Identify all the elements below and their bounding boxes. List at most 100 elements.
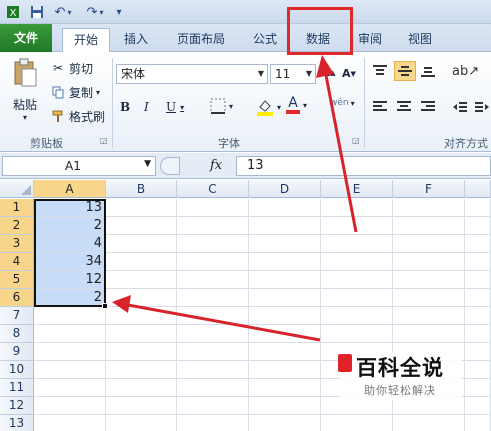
bold-button[interactable]: B	[120, 100, 136, 114]
column-header-d[interactable]: D	[249, 180, 321, 198]
cell[interactable]	[321, 199, 393, 217]
align-left-button[interactable]	[372, 100, 388, 114]
cell-a6[interactable]: 2	[34, 289, 106, 307]
cell[interactable]	[177, 235, 249, 253]
cell[interactable]	[321, 415, 393, 431]
cell[interactable]	[34, 379, 106, 397]
cell[interactable]	[465, 343, 491, 361]
cell[interactable]	[249, 289, 321, 307]
cell[interactable]	[249, 217, 321, 235]
border-button[interactable]: ▾	[210, 98, 233, 114]
clipboard-launcher-icon[interactable]: ◲	[100, 136, 108, 145]
row-header-3[interactable]: 3	[0, 235, 34, 253]
cell[interactable]	[393, 415, 465, 431]
column-header-b[interactable]: B	[106, 180, 177, 198]
phonetic-button[interactable]: wén ▾	[330, 98, 355, 108]
row-header-5[interactable]: 5	[0, 271, 34, 289]
cell[interactable]	[177, 397, 249, 415]
cell[interactable]	[249, 343, 321, 361]
cell[interactable]	[106, 271, 177, 289]
cell-a2[interactable]: 2	[34, 217, 106, 235]
cell[interactable]	[106, 307, 177, 325]
row-header-2[interactable]: 2	[0, 217, 34, 235]
cell[interactable]	[249, 199, 321, 217]
cell[interactable]	[321, 271, 393, 289]
cell[interactable]	[465, 253, 491, 271]
cell[interactable]	[177, 379, 249, 397]
cell[interactable]	[34, 397, 106, 415]
row-header-7[interactable]: 7	[0, 307, 34, 325]
row-header-1[interactable]: 1	[0, 199, 34, 217]
select-all-corner[interactable]	[0, 180, 34, 198]
row-header-12[interactable]: 12	[0, 397, 34, 415]
cell[interactable]	[177, 325, 249, 343]
align-middle-button[interactable]	[394, 61, 416, 81]
font-size-combo[interactable]: 11 ▼	[270, 64, 316, 84]
cell-a5[interactable]: 12	[34, 271, 106, 289]
cell[interactable]	[34, 307, 106, 325]
cell[interactable]	[393, 253, 465, 271]
cell[interactable]	[393, 289, 465, 307]
decrease-indent-button[interactable]	[452, 100, 468, 114]
column-header-c[interactable]: C	[177, 180, 249, 198]
row-header-4[interactable]: 4	[0, 253, 34, 271]
tab-view[interactable]: 视图	[398, 28, 442, 52]
align-bottom-button[interactable]	[420, 64, 436, 78]
column-header-e[interactable]: E	[321, 180, 393, 198]
tab-page-layout[interactable]: 页面布局	[168, 28, 234, 52]
cell[interactable]	[465, 379, 491, 397]
cell[interactable]	[249, 415, 321, 431]
align-top-button[interactable]	[372, 64, 388, 78]
row-header-13[interactable]: 13	[0, 415, 34, 431]
name-box-dropdown-icon[interactable]: ▼	[144, 159, 151, 169]
cell[interactable]	[249, 307, 321, 325]
cell[interactable]	[465, 235, 491, 253]
cell[interactable]	[465, 199, 491, 217]
cell[interactable]	[34, 343, 106, 361]
align-right-button[interactable]	[420, 100, 436, 114]
cell[interactable]	[393, 271, 465, 289]
cell[interactable]	[321, 325, 393, 343]
cell[interactable]	[106, 379, 177, 397]
cell[interactable]	[393, 199, 465, 217]
cell[interactable]	[106, 361, 177, 379]
row-header-9[interactable]: 9	[0, 343, 34, 361]
tab-insert[interactable]: 插入	[114, 28, 158, 52]
cell[interactable]	[321, 307, 393, 325]
redo-icon[interactable]: ↷ ▾	[82, 3, 108, 21]
cell[interactable]	[177, 289, 249, 307]
cell[interactable]	[106, 415, 177, 431]
cell[interactable]	[249, 379, 321, 397]
formula-bar-resize-handle[interactable]	[160, 157, 180, 175]
cell[interactable]	[106, 217, 177, 235]
tab-home[interactable]: 开始	[62, 28, 110, 52]
increase-indent-button[interactable]	[474, 100, 490, 114]
font-launcher-icon[interactable]: ◲	[352, 136, 360, 145]
cell[interactable]	[249, 325, 321, 343]
cell[interactable]	[321, 235, 393, 253]
italic-button[interactable]: I	[144, 100, 160, 114]
column-header-f[interactable]: F	[393, 180, 465, 198]
orientation-button[interactable]: ab↗	[452, 64, 479, 79]
cell[interactable]	[34, 415, 106, 431]
cell[interactable]	[393, 307, 465, 325]
column-header-a[interactable]: A	[34, 180, 106, 198]
cell[interactable]	[177, 217, 249, 235]
cell[interactable]	[177, 199, 249, 217]
insert-function-icon[interactable]: fx	[210, 158, 222, 173]
undo-icon[interactable]: ↶ ▾	[50, 3, 76, 21]
cell[interactable]	[465, 397, 491, 415]
column-header-g[interactable]	[465, 180, 491, 198]
cell[interactable]	[177, 307, 249, 325]
cell[interactable]	[34, 361, 106, 379]
font-name-combo[interactable]: 宋体 ▼	[116, 64, 268, 84]
cell[interactable]	[249, 397, 321, 415]
cell[interactable]	[249, 253, 321, 271]
cell[interactable]	[465, 217, 491, 235]
cell[interactable]	[106, 325, 177, 343]
cell[interactable]	[34, 325, 106, 343]
paste-button[interactable]: 粘贴 ▾	[8, 58, 42, 128]
row-header-6[interactable]: 6	[0, 289, 34, 307]
fill-handle[interactable]	[102, 303, 108, 309]
cell[interactable]	[106, 235, 177, 253]
